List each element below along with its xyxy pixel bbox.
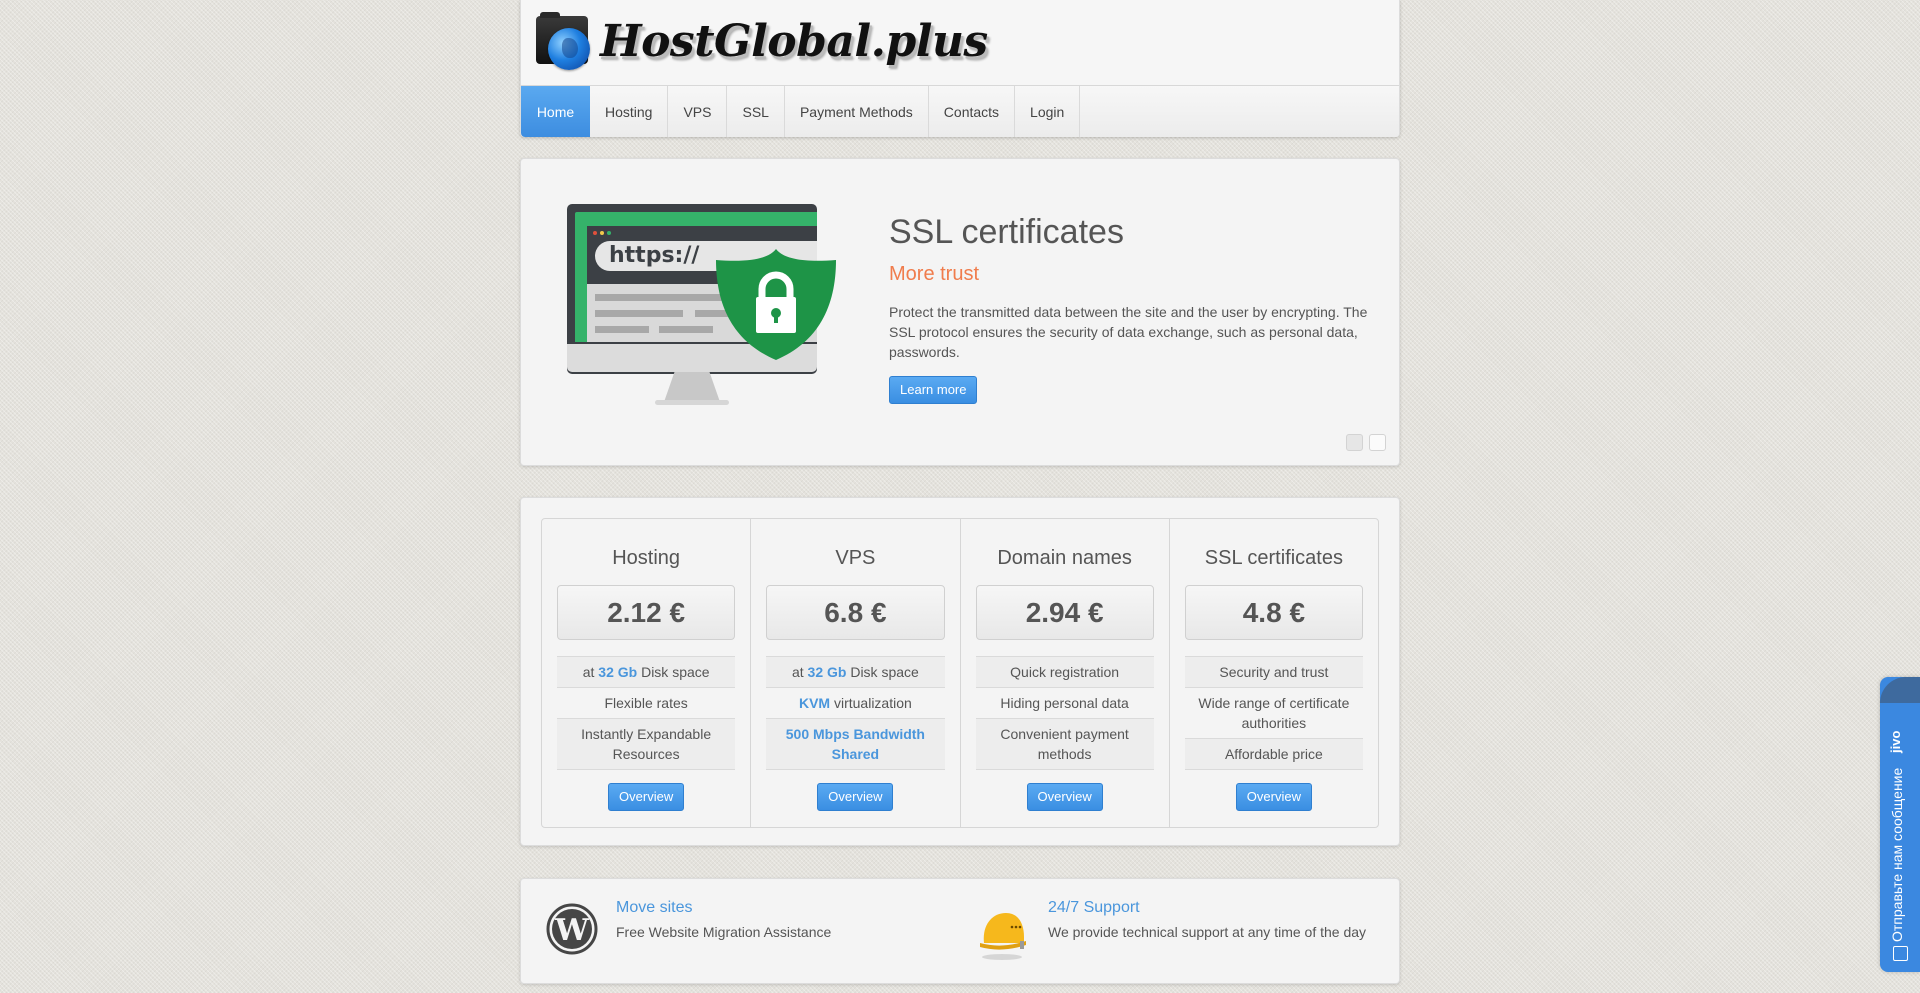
feature-title[interactable]: 24/7 Support [1048,899,1366,917]
nav-item-ssl[interactable]: SSL [727,86,785,137]
main-nav: Home Hosting VPS SSL Payment Methods Con… [521,85,1399,137]
wordpress-icon: W [546,903,598,955]
site-header: HostGlobal.plus Home Hosting VPS SSL Pay… [520,0,1400,137]
pricing-section: Hosting 2.12 € at 32 Gb Disk space Flexib… [520,497,1400,846]
logo-text: HostGlobal.plus [600,15,988,67]
plan-features: at 32 Gb Disk space KVM virtualization 500… [766,656,945,770]
nav-item-payment-methods[interactable]: Payment Methods [785,86,929,137]
hero-title: SSL certificates [889,213,1124,251]
hard-hat-icon [980,913,1026,960]
plan-feature-row: Convenient payment methods [975,719,1154,770]
slider-pagination [1346,434,1386,451]
slide-indicator-1[interactable] [1346,434,1363,451]
ssl-monitor-illustration: https:// [567,204,837,414]
plan-features: Quick registration Hiding personal data Co… [975,656,1154,770]
plan-features: Security and trust Wide range of certific… [1184,656,1363,770]
hero-description: Protect the transmitted data between the… [889,304,1368,361]
feature-text: Disk space [846,664,919,680]
plan-feature-row: Flexible rates [557,688,736,719]
plan-feature-row: Hiding personal data [975,688,1154,719]
overview-button[interactable]: Overview [608,783,685,811]
plan-feature-row: KVM virtualization [766,688,945,719]
nav-item-contacts[interactable]: Contacts [929,86,1016,137]
plan-feature-row: Quick registration [975,657,1154,688]
plan-feature-row: at 32 Gb Disk space [766,657,945,688]
features-section: W Move sites Free Website Migration Assi… [520,878,1400,984]
plan-feature-row: at 32 Gb Disk space [557,657,736,688]
plan-price: 2.94 € [975,585,1154,640]
plan-feature-row: 500 Mbps Bandwidth Shared [766,719,945,770]
feature-text: Flexible rates [604,695,688,711]
pricing-column-domain-names: Domain names 2.94 € Quick registration Hi… [961,519,1170,827]
feature-text: Affordable price [1224,746,1323,762]
feature-text: Quick registration [1010,664,1120,680]
pricing-column-vps: VPS 6.8 € at 32 Gb Disk space KVM virtual… [751,519,961,827]
pricing-column-hosting: Hosting 2.12 € at 32 Gb Disk space Flexib… [542,519,752,827]
message-icon [1893,946,1908,961]
learn-more-button[interactable]: Learn more [889,376,978,405]
plan-features: at 32 Gb Disk space Flexible rates Instant… [557,656,736,770]
plan-price: 4.8 € [1184,585,1363,640]
jivo-logo: jivo [1888,730,1903,753]
feature-move-sites: W Move sites Free Website Migration Assi… [546,899,831,955]
feature-text: Convenient payment methods [1000,726,1129,762]
hero-content: SSL certificates More trust Protect the … [889,213,1379,405]
chat-widget-tab[interactable]: jivo Отправьте нам сообщение [1880,677,1920,972]
plan-title: Hosting [612,547,681,569]
hero-slider: https:// SSL certificates More trust Pro… [520,158,1400,466]
plan-title: Domain names [997,547,1132,569]
overview-button[interactable]: Overview [1235,783,1312,811]
feature-title[interactable]: Move sites [616,899,831,917]
feature-text: virtualization [830,695,912,711]
feature-text: at [582,664,599,680]
plan-feature-row: Affordable price [1184,739,1363,770]
plan-feature-row: Security and trust [1184,657,1363,688]
site-logo[interactable]: HostGlobal.plus [536,12,988,70]
nav-item-home[interactable]: Home [521,86,590,137]
plan-title: VPS [835,547,876,569]
plan-feature-row: Instantly Expandable Resources [557,719,736,770]
security-shield-lock-icon [716,249,836,360]
highlighted-text: 500 Mbps Bandwidth Shared [785,726,925,762]
feature-description: Free Website Migration Assistance [616,924,832,940]
feature-support: 24/7 Support We provide technical suppor… [978,899,1366,963]
nav-item-hosting[interactable]: Hosting [590,86,669,137]
feature-text: Instantly Expandable Resources [581,726,712,762]
svg-text:W: W [554,913,590,948]
highlighted-text: KVM [798,695,831,711]
chat-widget-label: Отправьте нам сообщение [1889,767,1905,942]
slide-indicator-2[interactable] [1369,434,1386,451]
feature-text: Disk space [637,664,710,680]
plan-price: 6.8 € [766,585,945,640]
nav-item-login[interactable]: Login [1015,86,1081,137]
feature-description: We provide technical support at any time… [1048,924,1367,940]
pricing-table: Hosting 2.12 € at 32 Gb Disk space Flexib… [541,518,1379,828]
pricing-column-ssl-certificates: SSL certificates 4.8 € Security and trus… [1170,519,1378,827]
plan-price: 2.12 € [557,585,736,640]
feature-text: Security and trust [1219,664,1329,680]
plan-title: SSL certificates [1204,547,1343,569]
page-container: HostGlobal.plus Home Hosting VPS SSL Pay… [520,0,1400,984]
overview-button[interactable]: Overview [817,783,894,811]
highlighted-text: 32 Gb [598,664,638,680]
overview-button[interactable]: Overview [1026,783,1103,811]
chat-widget-cap [1880,677,1920,703]
globe-folder-icon [536,12,594,70]
feature-text: at [791,664,808,680]
feature-text: Hiding personal data [1000,695,1129,711]
highlighted-text: 32 Gb [807,664,847,680]
hero-subtitle: More trust [889,263,980,286]
feature-text: Wide range of certificate authorities [1198,695,1350,731]
plan-feature-row: Wide range of certificate authorities [1184,688,1363,739]
nav-item-vps[interactable]: VPS [668,86,728,137]
